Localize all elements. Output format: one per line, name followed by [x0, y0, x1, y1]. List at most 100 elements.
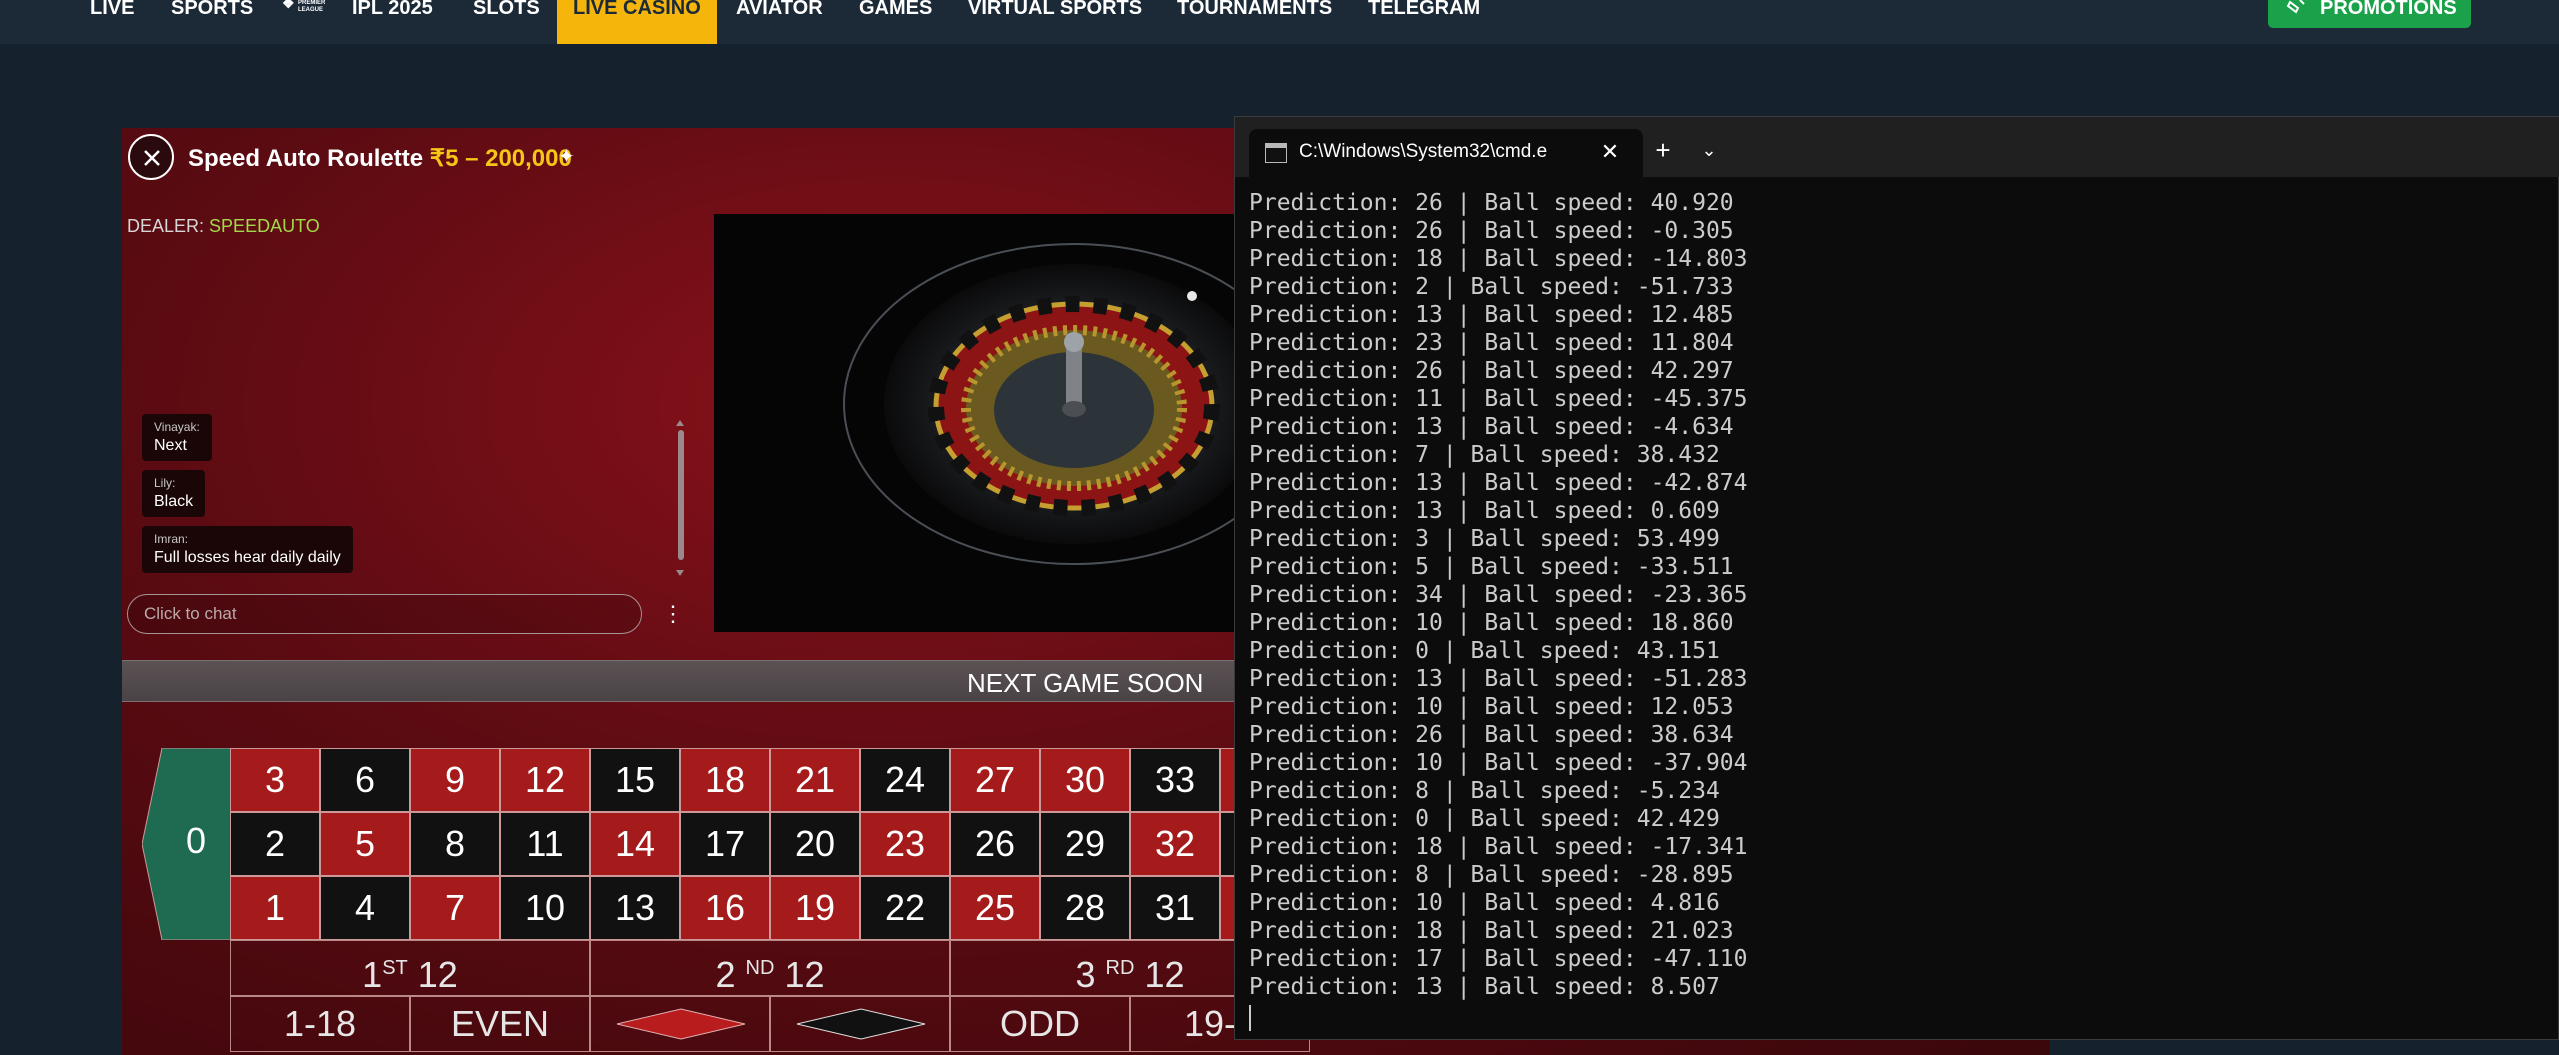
terminal-tab-title: C:\Windows\System32\cmd.e [1299, 141, 1548, 162]
bet-number-18[interactable]: 18 [680, 748, 770, 812]
bet-number-30[interactable]: 30 [1040, 748, 1130, 812]
bet-number-4[interactable]: 4 [320, 876, 410, 940]
bet-number-15[interactable]: 15 [590, 748, 680, 812]
bet-number-32[interactable]: 32 [1130, 812, 1220, 876]
chat-input[interactable]: Click to chat [127, 594, 642, 634]
bet-number-17[interactable]: 17 [680, 812, 770, 876]
bet-number-12[interactable]: 12 [500, 748, 590, 812]
bet-number-25[interactable]: 25 [950, 876, 1040, 940]
bet-1-18[interactable]: 1-18 [230, 996, 410, 1052]
terminal-line: Prediction: 13 | Ball speed: 12.485 [1249, 302, 1734, 328]
top-navigation: LIVE SPORTS ❖ PREMIER LEAGUE IPL 2025 SL… [0, 0, 2559, 44]
terminal-cursor [1249, 1005, 1251, 1031]
bet-number-19[interactable]: 19 [770, 876, 860, 940]
bet-number-29[interactable]: 29 [1040, 812, 1130, 876]
nav-sports[interactable]: SPORTS [171, 0, 253, 16]
bet-number-21[interactable]: 21 [770, 748, 860, 812]
bet-number-11[interactable]: 11 [500, 812, 590, 876]
dealer-info: DEALER: SPEEDAUTO [127, 216, 320, 236]
terminal-line: Prediction: 10 | Ball speed: 4.816 [1249, 890, 1720, 916]
terminal-line: Prediction: 18 | Ball speed: 21.023 [1249, 918, 1734, 944]
bet-number-28[interactable]: 28 [1040, 876, 1130, 940]
bet-first-dozen[interactable]: 1ST 12 [230, 940, 590, 996]
bet-red[interactable] [590, 996, 770, 1052]
new-tab-icon[interactable]: + [1645, 133, 1681, 167]
terminal-line: Prediction: 34 | Ball speed: -23.365 [1249, 582, 1748, 608]
bet-number-2[interactable]: 2 [230, 812, 320, 876]
bet-black[interactable] [770, 996, 950, 1052]
chat-message: Imran: Full losses hear daily daily [142, 526, 353, 573]
bet-limit: ₹5 – 200,000 [429, 145, 572, 172]
terminal-line: Prediction: 13 | Ball speed: -4.634 [1249, 414, 1734, 440]
terminal-line: Prediction: 18 | Ball speed: -14.803 [1249, 246, 1748, 272]
more-options-icon[interactable]: ⋮ [662, 602, 684, 626]
terminal-line: Prediction: 8 | Ball speed: -5.234 [1249, 778, 1720, 804]
terminal-line: Prediction: 13 | Ball speed: 8.507 [1249, 974, 1720, 1000]
chevron-down-icon[interactable]: ⌄ [1691, 133, 1727, 167]
bet-number-6[interactable]: 6 [320, 748, 410, 812]
black-diamond-icon [796, 1008, 926, 1040]
terminal-line: Prediction: 10 | Ball speed: -37.904 [1249, 750, 1748, 776]
bet-number-27[interactable]: 27 [950, 748, 1040, 812]
terminal-line: Prediction: 26 | Ball speed: 38.634 [1249, 722, 1734, 748]
terminal-line: Prediction: 0 | Ball speed: 43.151 [1249, 638, 1720, 664]
bet-number-16[interactable]: 16 [680, 876, 770, 940]
nav-tournaments[interactable]: TOURNAMENTS [1177, 0, 1332, 16]
terminal-line: Prediction: 26 | Ball speed: 40.920 [1249, 190, 1734, 216]
bet-number-26[interactable]: 26 [950, 812, 1040, 876]
chat-message: Lily: Black [142, 470, 206, 517]
nav-live[interactable]: LIVE [90, 0, 134, 16]
chat-scrollbar[interactable] [675, 418, 685, 578]
terminal-line: Prediction: 13 | Ball speed: -51.283 [1249, 666, 1748, 692]
promotions-button[interactable]: PROMOTIONS [2268, 0, 2471, 28]
close-game-button[interactable] [128, 134, 174, 180]
pin-icon[interactable]: ✦ [558, 144, 584, 170]
close-tab-icon[interactable]: ✕ [1595, 137, 1625, 167]
nav-aviator[interactable]: AVIATOR [736, 0, 823, 16]
bet-number-10[interactable]: 10 [500, 876, 590, 940]
terminal-output[interactable]: Prediction: 26 | Ball speed: 40.920 Predi… [1249, 189, 2549, 1031]
bet-even[interactable]: EVEN [410, 996, 590, 1052]
bet-number-22[interactable]: 22 [860, 876, 950, 940]
terminal-line: Prediction: 26 | Ball speed: -0.305 [1249, 218, 1734, 244]
bet-odd[interactable]: ODD [950, 996, 1130, 1052]
terminal-line: Prediction: 10 | Ball speed: 12.053 [1249, 694, 1734, 720]
nav-live-casino[interactable]: LIVE CASINO [557, 0, 717, 44]
bet-number-7[interactable]: 7 [410, 876, 500, 940]
bet-number-24[interactable]: 24 [860, 748, 950, 812]
bet-number-3[interactable]: 3 [230, 748, 320, 812]
terminal-line: Prediction: 7 | Ball speed: 38.432 [1249, 442, 1720, 468]
bet-number-13[interactable]: 13 [590, 876, 680, 940]
bet-number-33[interactable]: 33 [1130, 748, 1220, 812]
terminal-line: Prediction: 11 | Ball speed: -45.375 [1249, 386, 1748, 412]
terminal-line: Prediction: 3 | Ball speed: 53.499 [1249, 526, 1720, 552]
bet-number-5[interactable]: 5 [320, 812, 410, 876]
terminal-window[interactable]: C:\Windows\System32\cmd.e ✕ + ⌄ Predicti… [1234, 116, 2559, 1040]
close-icon [144, 150, 160, 166]
terminal-line: Prediction: 18 | Ball speed: -17.341 [1249, 834, 1748, 860]
terminal-line: Prediction: 5 | Ball speed: -33.511 [1249, 554, 1734, 580]
game-title: Speed Auto Roulette ₹5 – 200,000 [188, 145, 572, 172]
terminal-titlebar[interactable]: C:\Windows\System32\cmd.e ✕ + ⌄ [1235, 117, 2559, 177]
bet-second-dozen[interactable]: 2 ND 12 [590, 940, 950, 996]
nav-ipl-2025[interactable]: IPL 2025 [352, 0, 433, 16]
bet-number-8[interactable]: 8 [410, 812, 500, 876]
terminal-line: Prediction: 8 | Ball speed: -28.895 [1249, 862, 1734, 888]
nav-games[interactable]: GAMES [859, 0, 932, 16]
nav-slots[interactable]: SLOTS [473, 0, 540, 16]
terminal-line: Prediction: 13 | Ball speed: -42.874 [1249, 470, 1748, 496]
bet-number-23[interactable]: 23 [860, 812, 950, 876]
bet-number-20[interactable]: 20 [770, 812, 860, 876]
nav-virtual-sports[interactable]: VIRTUAL SPORTS [968, 0, 1142, 16]
nav-telegram[interactable]: TELEGRAM [1368, 0, 1480, 16]
bet-number-1[interactable]: 1 [230, 876, 320, 940]
terminal-line: Prediction: 23 | Ball speed: 11.804 [1249, 330, 1734, 356]
bet-number-9[interactable]: 9 [410, 748, 500, 812]
dealer-name: SPEEDAUTO [209, 216, 320, 236]
console-icon [1265, 143, 1287, 163]
terminal-tab[interactable]: C:\Windows\System32\cmd.e ✕ [1249, 129, 1643, 177]
gift-icon [2286, 0, 2305, 14]
bet-number-31[interactable]: 31 [1130, 876, 1220, 940]
bet-number-14[interactable]: 14 [590, 812, 680, 876]
premier-league-logo: ❖ PREMIER LEAGUE [282, 0, 326, 13]
